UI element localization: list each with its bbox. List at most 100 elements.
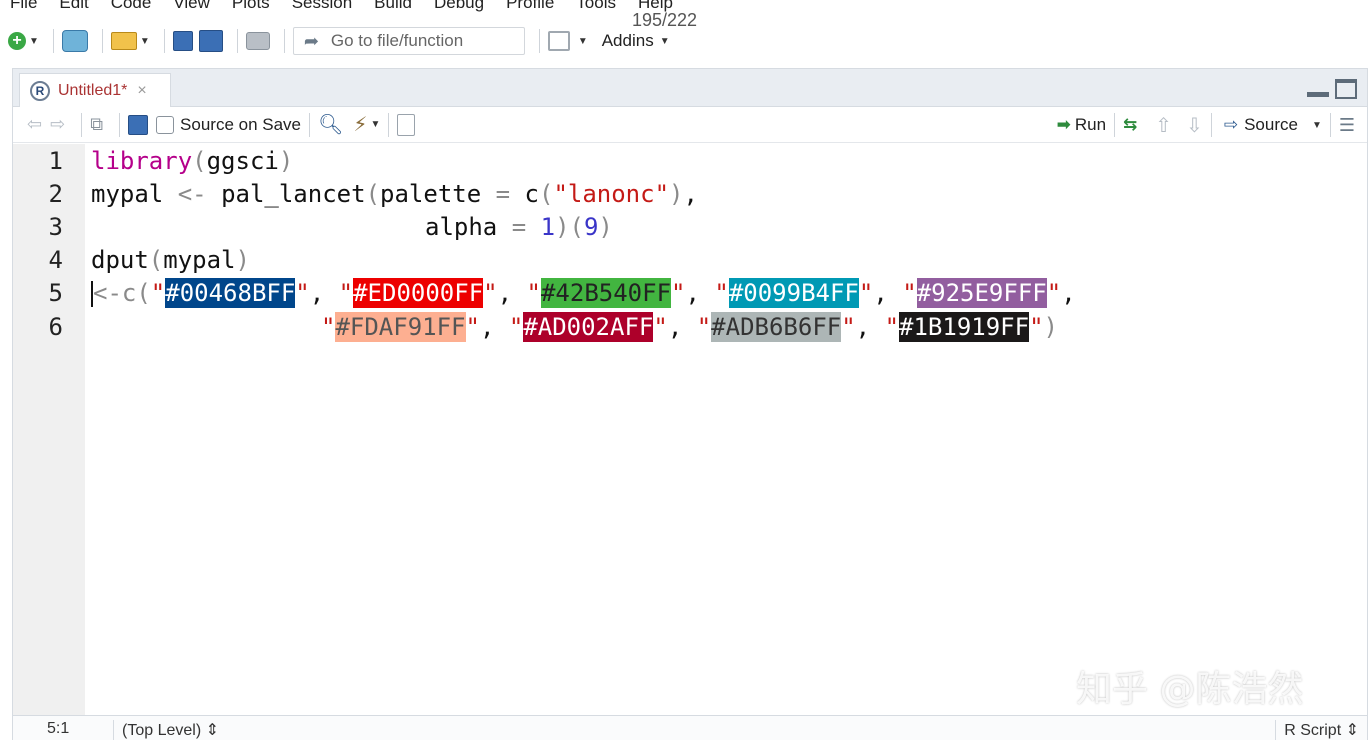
tab-untitled1[interactable]: R Untitled1* × — [19, 73, 171, 107]
magic-wand-icon[interactable]: ⚡︎ — [353, 112, 367, 137]
search-icon[interactable]: 🔍︎ — [318, 112, 343, 137]
menu-session[interactable]: Session — [292, 0, 352, 13]
code-text: alpha = 1)(9) — [425, 213, 613, 241]
code-text: "#FDAF91FF", "#AD002AFF", "#ADB6B6FF", "… — [321, 312, 1058, 342]
color-swatch: #925E9FFF — [916, 278, 1047, 308]
color-swatch: #ED0000FF — [353, 278, 484, 308]
open-file-button[interactable]: ▼ — [110, 27, 150, 55]
line-number: 6 — [48, 313, 63, 341]
tab-title: Untitled1* — [58, 81, 128, 99]
code-number: 1 — [540, 213, 556, 241]
source-on-save-checkbox[interactable] — [156, 115, 175, 134]
code-function: dput — [91, 246, 149, 274]
source-icon: ⇨ — [1223, 115, 1239, 134]
save-icon[interactable] — [128, 114, 149, 135]
line-number: 4 — [48, 246, 63, 274]
chevron-down-icon[interactable]: ▼ — [140, 36, 150, 47]
source-tabbar: R Untitled1* × — [13, 69, 1367, 107]
goto-arrow-icon: ➦ — [303, 30, 319, 51]
scope-selector[interactable]: (Top Level) ⇕ — [113, 720, 219, 740]
code-text: library(ggsci) — [91, 147, 294, 175]
minimize-pane-icon[interactable] — [1307, 79, 1329, 97]
menu-view[interactable]: View — [173, 0, 210, 13]
toolbar-divider — [1114, 113, 1116, 137]
print-icon — [245, 32, 270, 50]
code-argument: mypal — [163, 246, 236, 274]
console-prefix: <-c( — [93, 279, 151, 307]
source-label: Source — [1244, 115, 1298, 134]
editor-right-tools: ➡ Run ⇆ ⇧ ⇩ ⇨ Source ▼ ☰ — [1043, 107, 1355, 143]
code-variable: mypal — [91, 180, 164, 208]
color-swatch: #00468BFF — [165, 278, 296, 308]
status-bar: 5:1 (Top Level) ⇕ R Script ⇕ — [13, 715, 1367, 740]
code-function: pal_lancet — [221, 180, 366, 208]
color-swatch: #1B1919FF — [899, 312, 1030, 342]
run-label: Run — [1074, 115, 1107, 134]
new-file-icon: + — [8, 32, 26, 50]
code-editor[interactable]: 1 library(ggsci) 2 mypal <- pal_lancet(p… — [13, 144, 1367, 716]
toolbar-divider — [101, 29, 103, 53]
goto-file-function-input[interactable]: ➦ Go to file/function — [292, 27, 525, 55]
source-on-save-label: Source on Save — [180, 114, 302, 134]
run-button[interactable]: ➡ Run — [1057, 115, 1106, 135]
color-swatch: #0099B4FF — [728, 278, 859, 308]
save-all-button[interactable] — [198, 27, 223, 55]
menu-file[interactable]: File — [10, 0, 37, 13]
addins-label: Addins — [601, 31, 654, 50]
menu-profile[interactable]: Profile — [506, 0, 554, 13]
run-arrow-icon: ➡ — [1056, 115, 1071, 134]
source-button[interactable]: ⇨ Source ▼ — [1224, 115, 1322, 135]
maximize-pane-icon[interactable] — [1335, 79, 1357, 99]
back-icon[interactable]: ⇦ — [27, 114, 42, 135]
code-text: <-c("#00468BFF", "#ED0000FF", "#42B540FF… — [91, 278, 1076, 308]
code-function: c — [524, 180, 539, 208]
chevron-down-icon[interactable]: ▼ — [370, 119, 380, 130]
toolbar-divider — [388, 112, 390, 137]
close-icon[interactable]: × — [137, 82, 146, 100]
rerun-icon[interactable]: ⇆ — [1123, 115, 1137, 135]
line-number: 3 — [48, 213, 63, 241]
document-outline-icon[interactable]: ☰ — [1339, 115, 1355, 136]
chevron-down-icon[interactable]: ▼ — [1312, 120, 1322, 131]
addins-menu[interactable]: Addins ▼ — [602, 31, 670, 51]
arrow-down-icon[interactable]: ⇩ — [1186, 113, 1203, 138]
chevron-down-icon[interactable]: ▼ — [578, 36, 588, 47]
new-file-button[interactable]: + ▼ — [8, 27, 39, 55]
watermark: 知乎 @陈浩然 — [1076, 669, 1304, 710]
new-project-icon — [61, 30, 88, 52]
workspace-panes-button[interactable]: ▼ — [547, 27, 588, 55]
new-project-button[interactable] — [61, 27, 88, 55]
show-in-window-icon[interactable]: ⧉ — [90, 114, 103, 135]
chevron-down-icon: ▼ — [659, 35, 670, 47]
forward-icon[interactable]: ⇨ — [50, 114, 65, 135]
menu-build[interactable]: Build — [374, 0, 412, 13]
menu-edit[interactable]: Edit — [59, 0, 88, 13]
code-argument: ggsci — [206, 147, 279, 175]
menu-plots[interactable]: Plots — [232, 0, 270, 13]
menu-debug[interactable]: Debug — [434, 0, 484, 13]
goto-placeholder: Go to file/function — [330, 31, 464, 50]
line-number: 2 — [48, 180, 63, 208]
file-type-selector[interactable]: R Script ⇕ — [1275, 720, 1359, 740]
line-number: 5 — [48, 279, 63, 307]
toolbar-divider — [163, 29, 165, 53]
color-swatch: #AD002AFF — [523, 312, 654, 342]
toolbar-divider — [119, 112, 121, 137]
print-button[interactable] — [245, 27, 270, 55]
code-operator: = — [495, 180, 511, 208]
code-string: "lanonc" — [553, 180, 670, 208]
menu-code[interactable]: Code — [111, 0, 152, 13]
menu-tools[interactable]: Tools — [576, 0, 616, 13]
code-argument: palette — [380, 180, 482, 208]
compile-report-icon[interactable] — [397, 113, 416, 136]
code-argument: alpha — [425, 213, 498, 241]
arrow-up-icon[interactable]: ⇧ — [1155, 113, 1172, 138]
code-number: 9 — [583, 213, 599, 241]
toolbar-divider — [1329, 113, 1331, 137]
save-button[interactable] — [172, 27, 193, 55]
toolbar-divider — [1210, 113, 1212, 137]
chevron-down-icon[interactable]: ▼ — [29, 36, 39, 47]
code-operator: <- — [177, 180, 207, 208]
line-number: 1 — [48, 147, 63, 175]
code-operator: = — [511, 213, 527, 241]
